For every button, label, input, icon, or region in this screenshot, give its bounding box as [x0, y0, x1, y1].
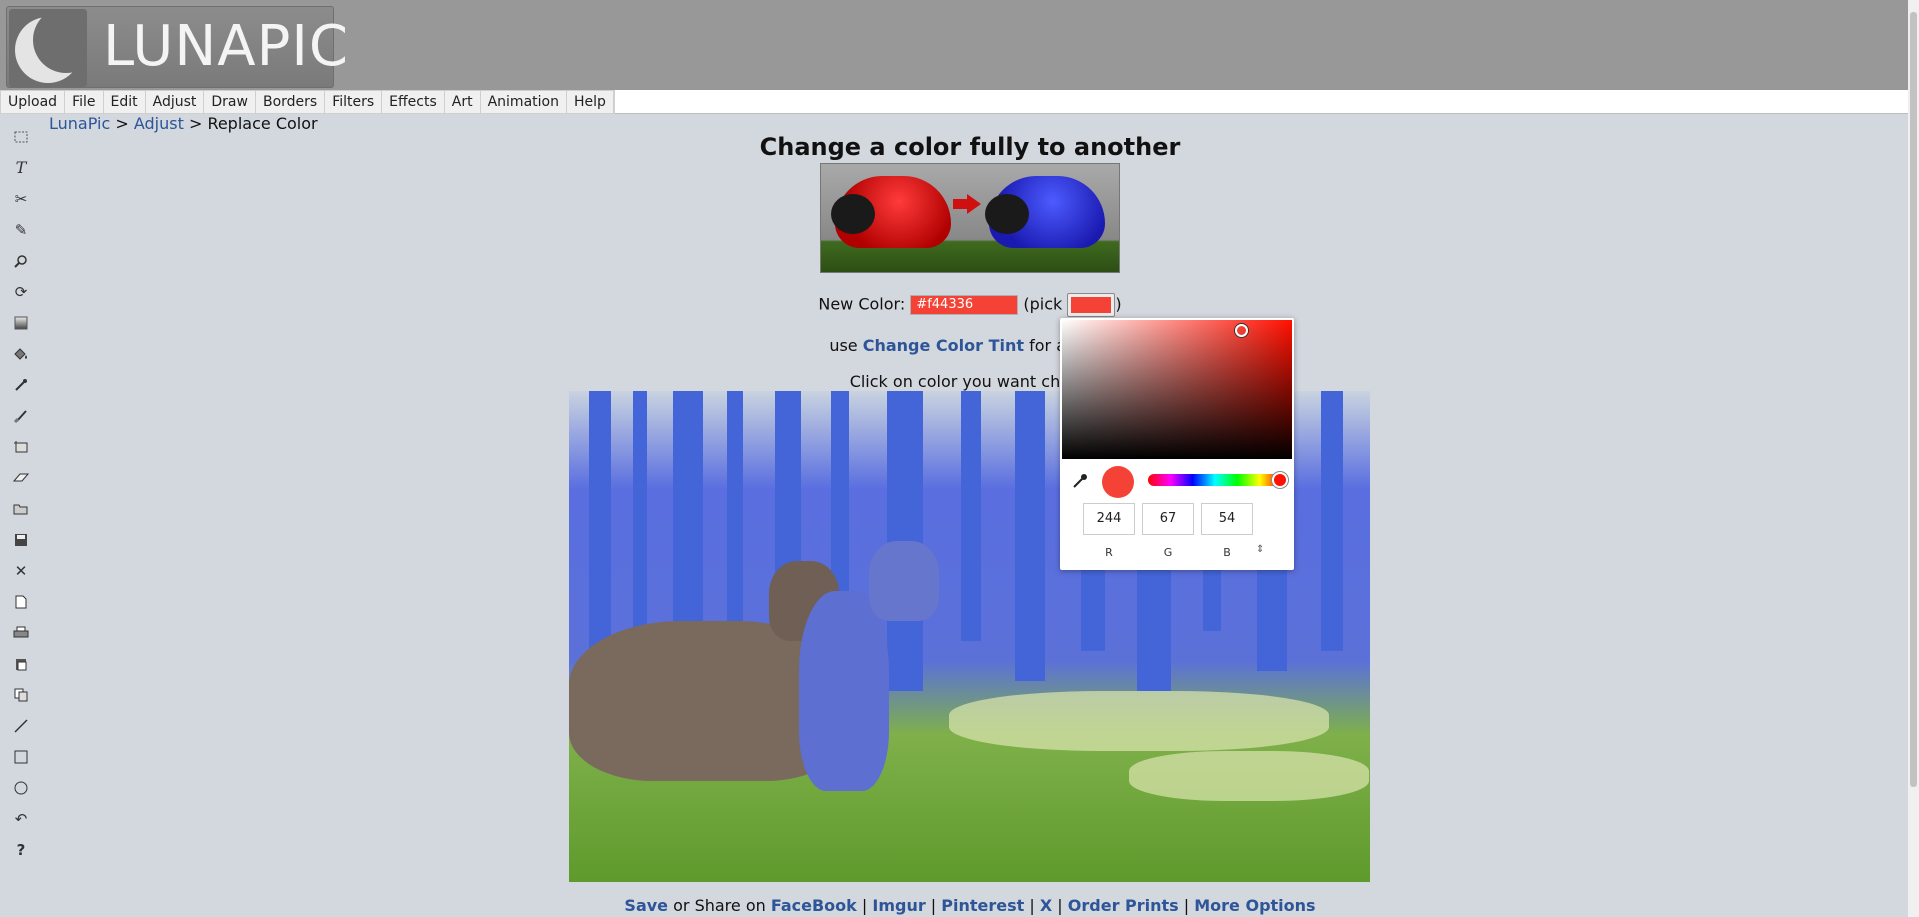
menu-filters[interactable]: Filters	[325, 91, 383, 113]
menu-help[interactable]: Help	[566, 91, 614, 113]
header-bar: LUNAPIC	[0, 0, 1908, 91]
menu-effects[interactable]: Effects	[382, 91, 445, 113]
moon-logo-icon	[9, 9, 87, 87]
imgur-link[interactable]: Imgur	[872, 896, 925, 915]
facebook-link[interactable]: FaceBook	[771, 896, 857, 915]
brush-icon[interactable]	[8, 400, 34, 431]
color-picker-popup: 244 67 54 R G B ⇕	[1060, 318, 1294, 570]
saturation-value-area[interactable]	[1062, 320, 1292, 459]
eraser-icon[interactable]	[8, 462, 34, 493]
deer-right	[799, 591, 889, 791]
menu-bar: Upload File Edit Adjust Draw Borders Fil…	[0, 90, 1908, 114]
open-icon[interactable]	[8, 493, 34, 524]
hue-slider-handle[interactable]	[1272, 472, 1288, 488]
new-color-label: New Color:	[818, 294, 906, 314]
save-icon[interactable]	[8, 524, 34, 555]
tool-sidebar: T ✂ ✎ ⟳ ✕ ↶ ?	[8, 121, 34, 865]
help-icon[interactable]: ?	[8, 834, 34, 865]
click-instruction: Click on color you want chang	[849, 372, 1091, 391]
blue-label: B	[1223, 546, 1231, 559]
save-link[interactable]: Save	[624, 896, 668, 915]
menu-adjust[interactable]: Adjust	[145, 91, 205, 113]
menu-animation[interactable]: Animation	[480, 91, 567, 113]
logo-text: LUNAPIC	[103, 14, 349, 79]
undo-icon[interactable]: ↶	[8, 803, 34, 834]
pinterest-link[interactable]: Pinterest	[941, 896, 1024, 915]
scissors-icon[interactable]: ✂	[8, 183, 34, 214]
close-icon[interactable]: ✕	[8, 555, 34, 586]
crop-icon[interactable]	[8, 431, 34, 462]
eyedropper-icon[interactable]	[1072, 473, 1088, 493]
line-icon[interactable]	[8, 710, 34, 741]
blue-value-input[interactable]: 54	[1201, 503, 1253, 535]
red-label: R	[1105, 546, 1113, 559]
paste-icon[interactable]	[8, 648, 34, 679]
page-title: Change a color fully to another	[759, 133, 1181, 161]
menu-art[interactable]: Art	[444, 91, 481, 113]
scrollbar-thumb[interactable]	[1910, 12, 1917, 787]
new-file-icon[interactable]	[8, 586, 34, 617]
pencil-icon[interactable]: ✎	[8, 214, 34, 245]
menu-draw[interactable]: Draw	[204, 91, 256, 113]
page-scrollbar[interactable]	[1908, 0, 1919, 917]
arrow-icon	[953, 194, 981, 214]
sv-handle[interactable]	[1235, 324, 1248, 337]
hue-slider[interactable]	[1148, 472, 1288, 488]
menu-file[interactable]: File	[65, 91, 104, 113]
ladybug-example-image	[820, 163, 1120, 273]
lunapic-logo[interactable]: LUNAPIC	[6, 6, 348, 88]
zoom-icon[interactable]	[8, 245, 34, 276]
share-bar: Save or Share on FaceBook | Imgur | Pint…	[624, 896, 1316, 915]
color-preview-swatch	[1102, 466, 1134, 498]
deer-right-head	[869, 541, 939, 621]
menu-borders[interactable]: Borders	[255, 91, 326, 113]
x-link[interactable]: X	[1040, 896, 1052, 915]
circle-icon[interactable]	[8, 772, 34, 803]
new-color-input[interactable]: #f44336	[910, 295, 1019, 315]
color-pick-button[interactable]	[1067, 293, 1116, 317]
more-options-link[interactable]: More Options	[1194, 896, 1315, 915]
copy-icon[interactable]	[8, 679, 34, 710]
order-prints-link[interactable]: Order Prints	[1068, 896, 1179, 915]
red-value-input[interactable]: 244	[1083, 503, 1135, 535]
green-value-input[interactable]: 67	[1142, 503, 1194, 535]
new-color-row: New Color: #f44336 (pick )	[0, 293, 1919, 317]
print-icon[interactable]	[8, 617, 34, 648]
rectangle-icon[interactable]	[8, 741, 34, 772]
menu-edit[interactable]: Edit	[103, 91, 146, 113]
menu-upload[interactable]: Upload	[1, 91, 66, 113]
change-color-tint-link[interactable]: Change Color Tint	[863, 336, 1024, 355]
green-label: G	[1163, 546, 1173, 559]
mode-toggle-icon[interactable]: ⇕	[1256, 544, 1264, 555]
tint-hint: use Change Color Tint for a softe	[829, 336, 1110, 355]
